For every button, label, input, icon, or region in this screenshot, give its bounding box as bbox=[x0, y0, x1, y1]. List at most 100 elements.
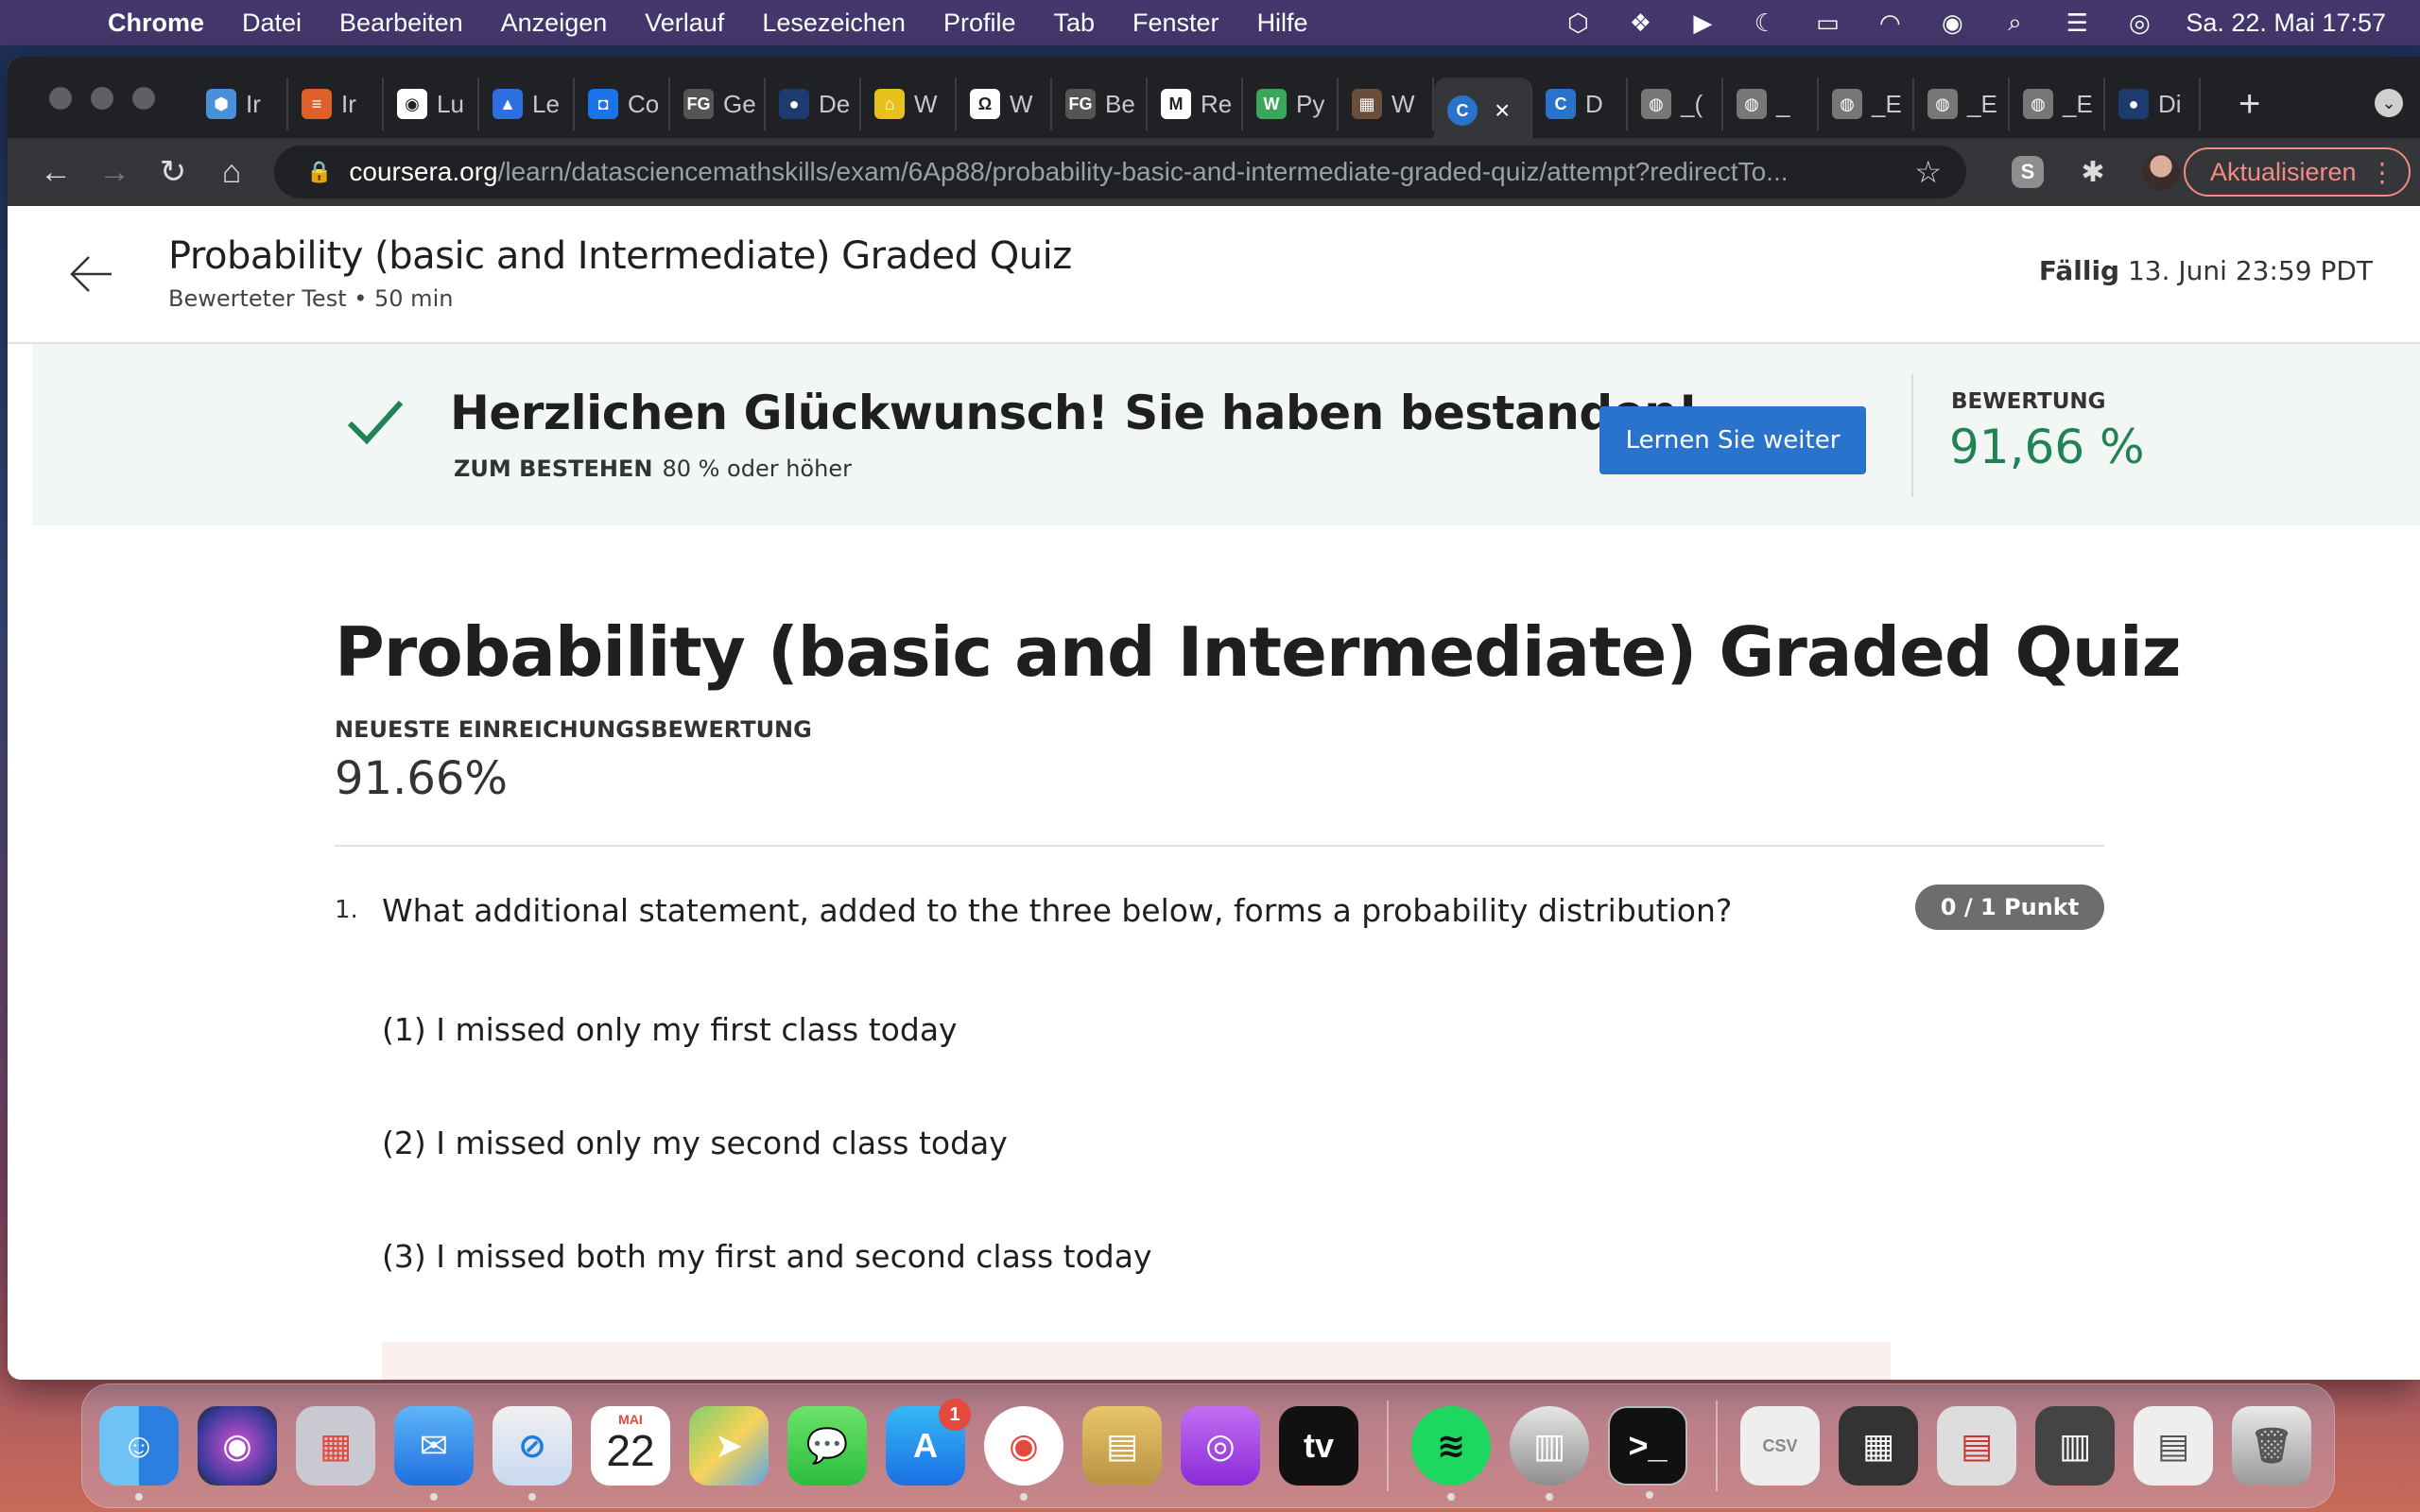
pass-requirement: ZUM BESTEHEN 80 % oder höher bbox=[454, 455, 852, 482]
menu-tab[interactable]: Tab bbox=[1053, 9, 1095, 38]
menu-profile[interactable]: Profile bbox=[943, 9, 1016, 38]
spotify-icon[interactable]: ≋ bbox=[1411, 1406, 1491, 1501]
skype-extension-icon[interactable]: S bbox=[2012, 156, 2044, 188]
tab-search-icon[interactable]: ⌄ bbox=[2375, 89, 2403, 117]
tab-label: _ bbox=[1776, 89, 1790, 118]
browser-window: ⬢ Ir ≡ Ir ◉ Lu ▲ Le ◘ Co FG Ge ● De ⌂ W Ω W FG Be M Re W Py ▦ W C ×… bbox=[8, 57, 2420, 1380]
tab-after-2[interactable]: ◍ _ bbox=[1723, 77, 1819, 130]
battery-icon[interactable]: ▭ bbox=[1811, 9, 1843, 37]
menu-lesezeichen[interactable]: Lesezeichen bbox=[762, 9, 906, 38]
sequel-db-icon[interactable]: ▥ bbox=[1510, 1406, 1589, 1501]
latest-submission-value: 91.66% bbox=[335, 752, 509, 805]
tab-active[interactable]: C × bbox=[1434, 77, 1532, 144]
wifi-icon[interactable]: ◠ bbox=[1874, 9, 1906, 37]
tab-10[interactable]: M Re bbox=[1148, 77, 1243, 130]
minimized-window-3[interactable]: ▥ bbox=[2035, 1406, 2115, 1486]
url-host: coursera.org bbox=[349, 157, 498, 186]
user-icon[interactable]: ◉ bbox=[1936, 9, 1968, 37]
profile-avatar[interactable] bbox=[2142, 153, 2180, 191]
tab-after-5[interactable]: ◍ _E bbox=[2010, 77, 2105, 130]
tab-11[interactable]: W Py bbox=[1243, 77, 1339, 130]
control-center-icon[interactable]: ☰ bbox=[2061, 9, 2093, 37]
mail-icon[interactable]: ✉ bbox=[394, 1406, 474, 1501]
menu-datei[interactable]: Datei bbox=[242, 9, 302, 38]
lock-icon[interactable]: 🔒 bbox=[306, 160, 332, 184]
finder-icon[interactable]: ☺ bbox=[99, 1406, 179, 1501]
apple-tv-icon[interactable]: tv bbox=[1279, 1406, 1358, 1486]
extension-status-icon[interactable]: ⬡ bbox=[1562, 9, 1594, 37]
tab-label: Le bbox=[532, 89, 560, 118]
trash-icon[interactable]: 🗑 bbox=[2232, 1406, 2311, 1486]
chrome-dock-icon[interactable]: ◉ bbox=[984, 1406, 1063, 1501]
tab-8[interactable]: ΩW bbox=[957, 77, 1052, 130]
play-icon[interactable]: ▶ bbox=[1686, 9, 1719, 37]
tab-after-4[interactable]: ◍ _E bbox=[1914, 77, 2010, 130]
menu-hilfe[interactable]: Hilfe bbox=[1257, 9, 1308, 38]
home-icon[interactable]: ⌂ bbox=[202, 143, 261, 201]
app-store-icon[interactable]: A1 bbox=[886, 1399, 971, 1486]
tab-after-1[interactable]: ◍ _( bbox=[1628, 77, 1723, 130]
minimized-window-2[interactable]: ▤ bbox=[1937, 1406, 2016, 1486]
update-button[interactable]: Aktualisieren ⋮ bbox=[2184, 147, 2411, 197]
calendar-icon[interactable]: MAI 22 bbox=[591, 1406, 670, 1486]
terminal-icon[interactable]: >_ bbox=[1608, 1406, 1687, 1499]
tab-12[interactable]: ▦ W bbox=[1339, 77, 1434, 130]
forward-icon[interactable]: → bbox=[85, 143, 144, 201]
tab-3[interactable]: ▲ Le bbox=[479, 77, 575, 130]
macos-dock: ☺ ◉ ▦ ✉ ⊘ MAI 22 ➤ 💬 A1 ◉ ▤ ◎ tv ≋ ▥ >_ … bbox=[81, 1383, 2335, 1508]
due-date: Fällig 13. Juni 23:59 PDT bbox=[2039, 255, 2373, 286]
maps-icon[interactable]: ➤ bbox=[689, 1406, 769, 1486]
moon-icon[interactable]: ☾ bbox=[1749, 9, 1781, 37]
menu-verlauf[interactable]: Verlauf bbox=[645, 9, 724, 38]
reload-icon[interactable]: ↻ bbox=[144, 143, 202, 201]
tab-7[interactable]: ⌂ W bbox=[861, 77, 957, 130]
address-bar[interactable]: 🔒 coursera.org /learn/datasciencemathski… bbox=[274, 146, 1966, 198]
back-icon[interactable]: ← bbox=[26, 143, 85, 201]
launchpad-icon[interactable]: ▦ bbox=[296, 1406, 375, 1486]
tab-favicon-icon: W bbox=[1256, 89, 1287, 119]
menubar-clock[interactable]: Sa. 22. Mai 17:57 bbox=[2186, 9, 2386, 38]
back-arrow-icon[interactable] bbox=[64, 248, 117, 301]
tab-4[interactable]: ◘ Co bbox=[575, 77, 670, 130]
tab-favicon-icon: ● bbox=[2118, 89, 2149, 119]
tab-favicon-icon: M bbox=[1161, 89, 1191, 119]
tab-9[interactable]: FG Be bbox=[1052, 77, 1148, 130]
minimized-window-1[interactable]: ▦ bbox=[1839, 1406, 1918, 1486]
more-menu-icon[interactable]: ⋮ bbox=[2369, 157, 2395, 188]
tab-close-icon[interactable]: × bbox=[1495, 95, 1510, 126]
extensions-puzzle-icon[interactable]: ✱ bbox=[2068, 147, 2118, 197]
menu-fenster[interactable]: Fenster bbox=[1132, 9, 1219, 38]
close-window-button[interactable] bbox=[49, 87, 72, 110]
siri-icon[interactable]: ◎ bbox=[2123, 9, 2155, 37]
tab-label: _E bbox=[1967, 89, 1997, 118]
menu-anzeigen[interactable]: Anzeigen bbox=[501, 9, 608, 38]
tab-6[interactable]: ● De bbox=[766, 77, 861, 130]
spotlight-search-icon[interactable]: ⌕ bbox=[1998, 8, 2031, 37]
tab-after-0[interactable]: CD bbox=[1532, 77, 1628, 130]
csv-file-icon[interactable]: CSV bbox=[1740, 1406, 1820, 1486]
minimize-window-button[interactable] bbox=[91, 87, 113, 110]
url-path: /learn/datasciencemathskills/exam/6Ap88/… bbox=[497, 157, 1789, 186]
tab-1[interactable]: ≡ Ir bbox=[288, 77, 384, 130]
continue-learning-button[interactable]: Lernen Sie weiter bbox=[1599, 406, 1866, 474]
tab-after-6[interactable]: ● Di bbox=[2105, 77, 2201, 130]
messages-icon[interactable]: 💬 bbox=[787, 1406, 867, 1486]
dropbox-icon[interactable]: ❖ bbox=[1624, 9, 1656, 37]
tab-5[interactable]: FG Ge bbox=[670, 77, 766, 130]
tab-0[interactable]: ⬢ Ir bbox=[193, 77, 288, 130]
podcasts-icon[interactable]: ◎ bbox=[1181, 1406, 1260, 1486]
tab-2[interactable]: ◉ Lu bbox=[384, 77, 479, 130]
tab-favicon-icon: FG bbox=[1065, 89, 1096, 119]
new-tab-plus-icon[interactable]: + bbox=[2238, 83, 2260, 126]
minimized-window-4[interactable]: ▤ bbox=[2134, 1406, 2213, 1486]
siri-dock-icon[interactable]: ◉ bbox=[198, 1406, 277, 1486]
calendar-day: 22 bbox=[606, 1426, 655, 1475]
zoom-window-button[interactable] bbox=[132, 87, 155, 110]
tab-after-3[interactable]: ◍ _E bbox=[1819, 77, 1914, 130]
menu-bearbeiten[interactable]: Bearbeiten bbox=[339, 9, 463, 38]
safari-icon[interactable]: ⊘ bbox=[493, 1406, 572, 1501]
archive-utility-icon[interactable]: ▤ bbox=[1082, 1406, 1162, 1486]
bookmark-star-icon[interactable]: ☆ bbox=[1914, 154, 1942, 190]
tab-label: Ir bbox=[246, 89, 261, 118]
menu-app-name[interactable]: Chrome bbox=[108, 9, 204, 38]
